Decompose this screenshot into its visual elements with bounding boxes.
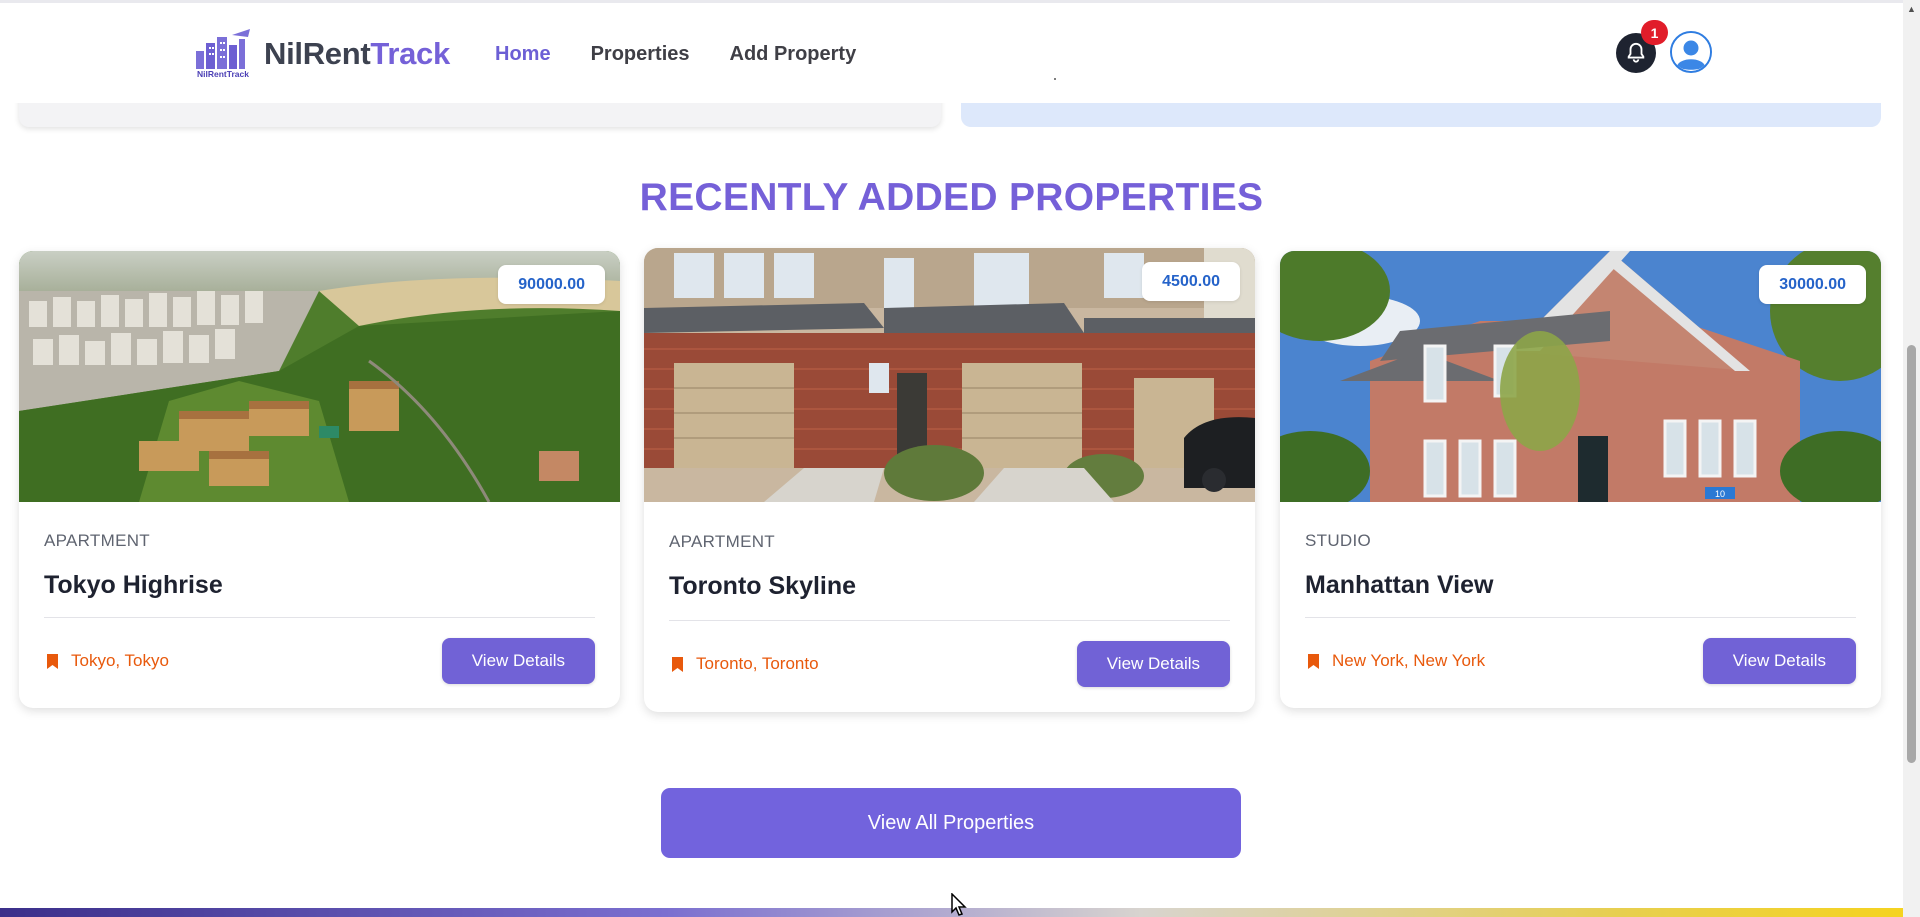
price-badge: 90000.00 xyxy=(498,265,605,304)
section-title: RECENTLY ADDED PROPERTIES xyxy=(639,176,1264,219)
mouse-cursor-icon xyxy=(951,893,967,916)
property-card: 4500.00 APARTMENT Toronto Skyline Toront… xyxy=(644,248,1255,712)
bookmark-icon xyxy=(47,653,58,669)
property-card: 90000.00 APARTMENT Tokyo Highrise Tokyo,… xyxy=(19,251,620,708)
property-type: APARTMENT xyxy=(44,531,150,550)
bookmark-icon xyxy=(672,656,683,672)
view-details-button[interactable]: View Details xyxy=(1076,641,1230,687)
nav-home[interactable]: Home xyxy=(495,43,551,66)
main-nav: Home Properties Add Property xyxy=(495,43,856,66)
card-divider xyxy=(44,617,595,618)
property-location: New York, New York xyxy=(1307,651,1485,671)
logo-text: NilRentTrack xyxy=(197,69,249,79)
user-avatar-icon xyxy=(1672,33,1710,71)
stray-dot xyxy=(1054,78,1056,80)
scrollbar[interactable]: ▲ xyxy=(1903,0,1920,917)
property-name: Manhattan View xyxy=(1305,571,1494,599)
view-all-properties-button[interactable]: View All Properties xyxy=(661,788,1241,858)
property-name: Toronto Skyline xyxy=(669,572,857,600)
property-type: STUDIO xyxy=(1305,531,1372,550)
location-text: Tokyo, Tokyo xyxy=(71,651,169,670)
notification-badge: 1 xyxy=(1641,20,1668,45)
user-avatar-button[interactable] xyxy=(1670,31,1712,73)
property-card: 10 30000.00 STUDIO Manhattan View New Yo… xyxy=(1280,251,1881,708)
svg-text:10: 10 xyxy=(1715,489,1725,499)
brand-name-accent: Track xyxy=(370,36,450,71)
price-badge: 30000.00 xyxy=(1759,265,1866,304)
brand-logo: NilRentTrack xyxy=(196,29,250,79)
bookmark-icon xyxy=(1308,653,1319,669)
bell-icon xyxy=(1627,42,1645,63)
nav-properties[interactable]: Properties xyxy=(591,43,690,66)
location-text: Toronto, Toronto xyxy=(696,654,819,673)
nav-add-property[interactable]: Add Property xyxy=(730,43,857,66)
price-badge: 4500.00 xyxy=(1142,262,1240,301)
scroll-up-arrow-icon[interactable]: ▲ xyxy=(1903,0,1920,17)
view-details-button[interactable]: View Details xyxy=(1702,638,1856,684)
brand-link[interactable]: NilRentTrack NilRentTrack xyxy=(190,29,450,79)
card-divider xyxy=(669,620,1230,621)
property-name: Tokyo Highrise xyxy=(44,571,223,599)
property-type: APARTMENT xyxy=(669,532,775,551)
scrollbar-thumb[interactable] xyxy=(1907,345,1916,763)
property-location: Tokyo, Tokyo xyxy=(46,651,169,671)
page: NilRentTrack NilRentTrack Home Propertie… xyxy=(0,0,1920,917)
card-divider xyxy=(1305,617,1856,618)
location-text: New York, New York xyxy=(1332,651,1486,670)
brand-name-main: NilRent xyxy=(264,36,371,71)
view-details-button[interactable]: View Details xyxy=(441,638,595,684)
property-location: Toronto, Toronto xyxy=(671,654,819,674)
brand-name: NilRentTrack xyxy=(264,36,450,72)
